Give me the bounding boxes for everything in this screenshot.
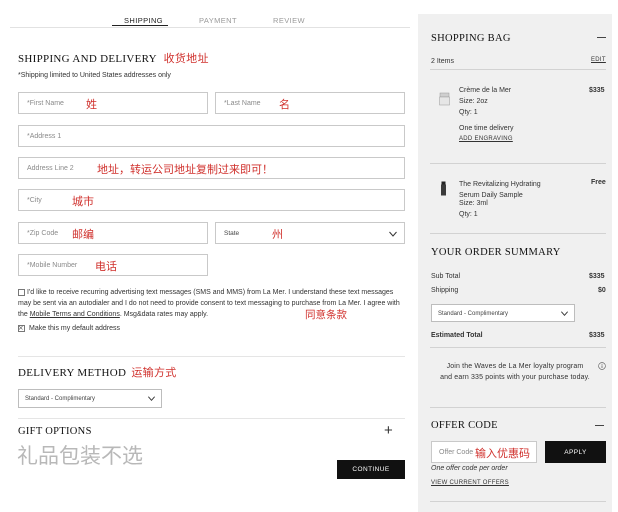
shopping-bag-title: SHOPPING BAG: [431, 33, 511, 44]
address2-placeholder: Address Line 2: [27, 165, 74, 172]
info-icon[interactable]: [598, 362, 606, 370]
item-name: Crème de la Mer: [459, 87, 512, 94]
first-name-placeholder: *First Name: [27, 100, 64, 107]
item-price: $335: [589, 87, 605, 94]
mobile-placeholder: *Mobile Number: [27, 262, 78, 269]
edit-bag-link[interactable]: EDIT: [591, 57, 606, 63]
chevron-down-icon: [389, 231, 397, 237]
item-divider: [430, 163, 606, 164]
item-size: Size: 2oz: [459, 98, 488, 105]
delivery-method-select[interactable]: Standard - Complimentary: [18, 389, 162, 408]
state-placeholder: State: [224, 230, 240, 237]
summary-shipping-select[interactable]: Standard - Complimentary: [431, 304, 575, 322]
add-engraving-link[interactable]: ADD ENGRAVING: [459, 136, 513, 142]
zip-placeholder: *Zip Code: [27, 230, 59, 237]
item-qty: Qty: 1: [459, 211, 478, 218]
chevron-down-icon: [561, 311, 568, 316]
continue-button[interactable]: CONTINUE: [337, 460, 405, 479]
bag-divider: [430, 69, 606, 70]
delivery-title-note: 运输方式: [131, 366, 177, 379]
first-name-field[interactable]: *First Name 姓: [18, 92, 208, 114]
city-field[interactable]: *City 城市: [18, 189, 405, 211]
zip-note: 邮编: [72, 228, 94, 241]
default-address-checkbox[interactable]: [18, 325, 25, 332]
offer-code-input[interactable]: Offer Code 输入优惠码: [431, 441, 537, 463]
default-address-label: Make this my default address: [29, 325, 121, 332]
state-note: 州: [272, 228, 283, 241]
view-offers-link[interactable]: VIEW CURRENT OFFERS: [431, 480, 509, 486]
first-name-note: 姓: [86, 98, 97, 111]
city-placeholder: *City: [27, 197, 42, 204]
loyalty-message: Join the Waves de La Mer loyalty program…: [440, 363, 590, 381]
checkmark-icon: [19, 326, 23, 330]
item-name: The Revitalizing Hydrating Serum Daily S…: [459, 181, 541, 199]
address2-note: 地址，转运公司地址复制过来即可！: [97, 163, 273, 176]
last-name-placeholder: *Last Name: [224, 100, 261, 107]
gift-options-toggle[interactable]: +: [384, 422, 393, 439]
address2-field[interactable]: Address Line 2 地址，转运公司地址复制过来即可！: [18, 157, 405, 179]
checkout-form: SHIPPING PAYMENT REVIEW SHIPPING AND DEL…: [0, 0, 412, 512]
state-select[interactable]: State 州: [215, 222, 405, 244]
gift-options-note: 礼品包装不选: [17, 444, 143, 468]
collapse-icon[interactable]: [597, 37, 606, 38]
last-name-note: 名: [279, 98, 290, 111]
offer-divider: [430, 407, 606, 408]
offer-code-note: 输入优惠码: [475, 447, 530, 460]
summary-shipping-value: Standard - Complimentary: [438, 311, 509, 317]
city-note: 城市: [72, 195, 94, 208]
tab-shipping[interactable]: SHIPPING: [124, 16, 163, 25]
apply-button[interactable]: APPLY: [545, 441, 606, 463]
subtotal-value: $335: [589, 273, 605, 280]
offer-code-placeholder: Offer Code: [439, 449, 474, 456]
item-size: Size: 3ml: [459, 200, 488, 207]
shipping-title-note: 收货地址: [163, 52, 209, 65]
offer-limit-note: One offer code per order: [431, 465, 508, 472]
address1-placeholder: *Address 1: [27, 133, 62, 140]
item-qty: Qty: 1: [459, 109, 478, 116]
bottom-divider: [430, 501, 606, 502]
shipping-label: Shipping: [431, 287, 459, 294]
address1-field[interactable]: *Address 1: [18, 125, 405, 147]
serum-bottle-icon: [441, 181, 446, 196]
section-divider: [18, 356, 405, 357]
mobile-terms-link[interactable]: Mobile Terms and Conditions: [30, 311, 120, 318]
total-label: Estimated Total: [431, 332, 483, 339]
mobile-field[interactable]: *Mobile Number 电话: [18, 254, 208, 276]
shipping-title: SHIPPING AND DELIVERY 收货地址: [18, 52, 209, 65]
shipping-value: $0: [598, 287, 606, 294]
bag-divider: [430, 233, 606, 234]
collapse-icon[interactable]: [595, 425, 604, 426]
last-name-field[interactable]: *Last Name 名: [215, 92, 405, 114]
creme-jar-icon: [439, 92, 450, 106]
total-value: $335: [589, 332, 605, 339]
zip-field[interactable]: *Zip Code 邮编: [18, 222, 208, 244]
consent-note: 同意条款: [305, 309, 347, 321]
item-price: Free: [591, 179, 606, 186]
delivery-method-value: Standard - Complimentary: [25, 396, 96, 402]
delivery-title: DELIVERY METHOD 运输方式: [18, 366, 177, 379]
gift-options-title[interactable]: GIFT OPTIONS: [18, 426, 92, 437]
active-tab-indicator: [112, 25, 168, 26]
bag-item-count: 2 Items: [431, 58, 454, 65]
shipping-limit-note: *Shipping limited to United States addre…: [18, 72, 171, 79]
section-divider: [18, 418, 405, 419]
offer-code-title: OFFER CODE: [431, 420, 498, 431]
chevron-down-icon: [148, 396, 155, 401]
summary-divider: [430, 347, 606, 348]
order-summary-title: YOUR ORDER SUMMARY: [431, 247, 561, 258]
mobile-note: 电话: [95, 260, 117, 273]
item-delivery: One time delivery: [459, 125, 514, 132]
tabs-divider: [10, 27, 410, 28]
order-sidebar: SHOPPING BAG 2 Items EDIT Crème de la Me…: [418, 14, 612, 512]
subtotal-label: Sub Total: [431, 273, 461, 280]
tab-payment[interactable]: PAYMENT: [199, 16, 237, 25]
tab-review[interactable]: REVIEW: [273, 16, 305, 25]
